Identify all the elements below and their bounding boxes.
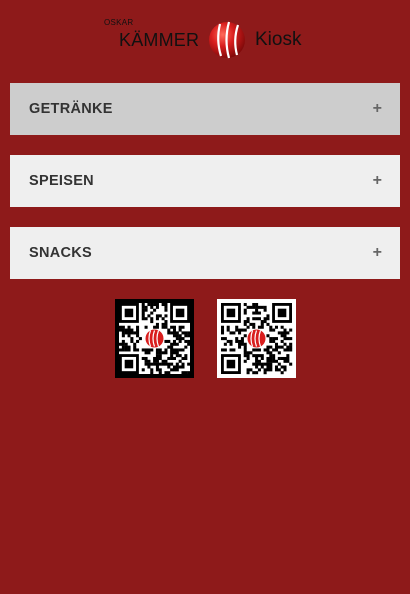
panel-title: SPEISEN — [29, 173, 94, 189]
logo-brand-text: KÄMMER — [119, 30, 200, 50]
panel-snacks[interactable]: SNACKS + — [10, 227, 400, 279]
qr-code-left[interactable] — [115, 299, 194, 378]
panel-speisen[interactable]: SPEISEN + — [10, 155, 400, 207]
expand-plus-icon[interactable]: + — [373, 100, 382, 118]
expand-plus-icon[interactable]: + — [373, 244, 382, 262]
logo-small-text: OSKAR — [104, 18, 134, 27]
qr-code-icon — [115, 299, 194, 378]
expand-plus-icon[interactable]: + — [373, 172, 382, 190]
panel-getraenke[interactable]: GETRÄNKE + — [10, 83, 400, 135]
panel-title: GETRÄNKE — [29, 101, 113, 117]
qr-code-icon — [217, 299, 296, 378]
kiosk-logo: OSKAR KÄMMER Kiosk — [0, 16, 410, 64]
qr-code-right[interactable] — [217, 299, 296, 378]
panel-title: SNACKS — [29, 245, 93, 261]
logo-kiosk-text: Kiosk — [255, 29, 302, 50]
qr-code-row — [0, 299, 410, 379]
logo-ball-icon — [209, 21, 245, 59]
